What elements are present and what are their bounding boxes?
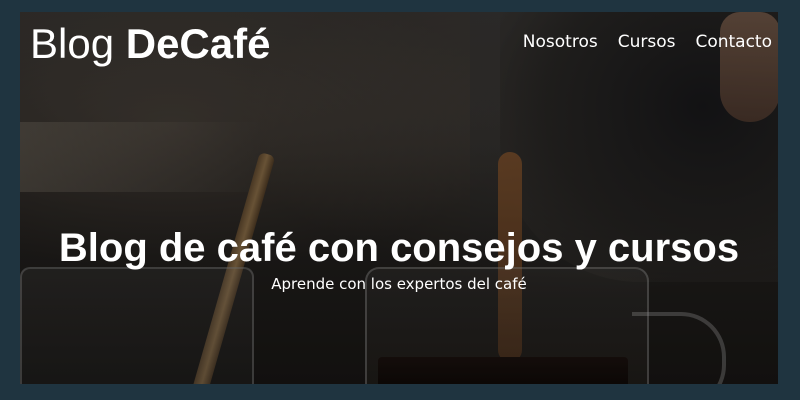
page-frame: Blog DeCafé Nosotros Cursos Contacto Blo…: [0, 0, 800, 400]
nav-link-cursos[interactable]: Cursos: [618, 31, 676, 53]
hero-header: Blog DeCafé Nosotros Cursos Contacto Blo…: [20, 12, 778, 384]
hero-title: Blog de café con consejos y cursos: [58, 226, 740, 270]
main-navigation: Nosotros Cursos Contacto: [523, 31, 772, 53]
logo-regular-text: Blog: [30, 20, 126, 67]
logo-bold-text: DeCafé: [125, 20, 271, 67]
hero-subtitle: Aprende con los expertos del café: [271, 275, 527, 293]
site-logo[interactable]: Blog DeCafé: [30, 18, 270, 70]
nav-link-contacto[interactable]: Contacto: [695, 31, 772, 53]
nav-link-nosotros[interactable]: Nosotros: [523, 31, 598, 53]
